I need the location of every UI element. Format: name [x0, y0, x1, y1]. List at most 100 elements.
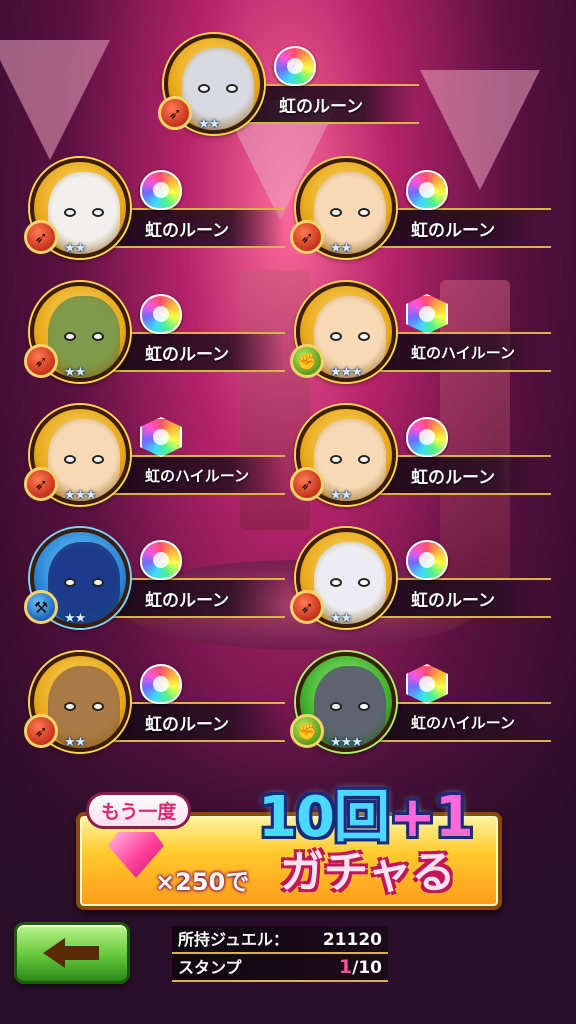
bow-icon: ➶	[158, 96, 192, 130]
jewel-value: 21120	[322, 930, 382, 950]
character-eye	[92, 332, 104, 341]
rune-core	[153, 676, 169, 692]
result-card[interactable]: 虹のハイルーン ✊ ★★★	[290, 652, 556, 757]
rune-icon	[406, 170, 448, 210]
rune-core	[419, 182, 435, 198]
rune-icon	[274, 46, 316, 86]
character-eye	[358, 702, 370, 711]
high-rune-icon	[406, 664, 448, 704]
character-eye	[330, 702, 342, 711]
rune-banner: 虹のルーン	[105, 332, 285, 372]
axe-icon: ⚒	[24, 590, 58, 624]
stamp-total: /10	[352, 958, 382, 978]
rarity-stars: ★★	[64, 735, 86, 750]
rarity-stars: ★★	[330, 488, 352, 503]
character-eye	[64, 332, 76, 341]
rune-name: 虹のハイルーン	[145, 466, 249, 485]
rune-icon	[406, 417, 448, 457]
stamp-count: 1/10	[339, 956, 382, 978]
result-card[interactable]: 虹のルーン ➶ ★★	[24, 158, 290, 263]
rarity-stars: ★★	[330, 241, 352, 256]
rune-name: 虹のハイルーン	[411, 713, 515, 732]
fist-icon: ✊	[290, 344, 324, 378]
rune-name: 虹のルーン	[145, 220, 230, 241]
character-eye	[92, 208, 104, 217]
character-eye	[92, 578, 104, 587]
character-eye	[330, 578, 342, 587]
ceiling-lamp	[0, 40, 110, 160]
gacha-action-label: ガチャる	[280, 847, 456, 898]
high-rune-icon	[406, 294, 448, 334]
rune-banner: 虹のルーン	[105, 208, 285, 248]
gem-cost-label: ×250で	[155, 868, 250, 896]
rune-banner: 虹のルーン	[239, 84, 419, 124]
player-stats: 所持ジュエル： 21120 スタンプ 1/10	[172, 926, 388, 982]
result-card[interactable]: 虹のルーン ➶ ★★	[24, 652, 290, 757]
rune-core	[153, 429, 169, 445]
result-card[interactable]: 虹のハイルーン ➶ ★★★	[24, 405, 290, 510]
result-card[interactable]: 虹のルーン ➶ ★★	[290, 405, 556, 510]
rune-banner: 虹のルーン	[105, 578, 285, 618]
rarity-stars: ★★	[64, 365, 86, 380]
character-eye	[92, 702, 104, 711]
arrow-left-icon	[43, 938, 101, 968]
character-eye	[64, 578, 76, 587]
bow-icon: ➶	[24, 467, 58, 501]
rarity-stars: ★★★	[64, 488, 97, 503]
character-eye	[64, 208, 76, 217]
result-card[interactable]: 虹のルーン ⚒ ★★	[24, 528, 290, 633]
rune-name: 虹のルーン	[411, 467, 496, 488]
result-card[interactable]: 虹のルーン ➶ ★★	[158, 34, 424, 139]
high-rune-icon	[140, 417, 182, 457]
jewel-label: 所持ジュエル：	[178, 930, 289, 949]
character-eye	[358, 332, 370, 341]
rune-core	[153, 182, 169, 198]
bow-icon: ➶	[290, 590, 324, 624]
result-card[interactable]: 虹のルーン ➶ ★★	[290, 158, 556, 263]
result-card[interactable]: 虹のハイルーン ✊ ★★★	[290, 282, 556, 387]
character-eye	[330, 455, 342, 464]
rune-banner: 虹のルーン	[371, 578, 551, 618]
rune-core	[153, 306, 169, 322]
result-card[interactable]: 虹のルーン ➶ ★★	[24, 282, 290, 387]
rune-banner: 虹のルーン	[371, 455, 551, 495]
rune-core	[419, 429, 435, 445]
stamp-row: スタンプ 1/10	[172, 954, 388, 982]
character-eye	[330, 208, 342, 217]
retry-again-label: もう一度	[86, 792, 192, 829]
rune-core	[153, 552, 169, 568]
character-eye	[92, 455, 104, 464]
bow-icon: ➶	[290, 220, 324, 254]
character-eye	[198, 84, 210, 93]
rarity-stars: ★★	[330, 611, 352, 626]
rune-core	[287, 58, 303, 74]
bow-icon: ➶	[24, 220, 58, 254]
rune-banner: 虹のハイルーン	[105, 455, 285, 495]
bow-icon: ➶	[24, 344, 58, 378]
rune-core	[419, 676, 435, 692]
stamp-current: 1	[338, 956, 353, 978]
rune-icon	[406, 540, 448, 580]
rune-core	[419, 552, 435, 568]
rune-name: 虹のルーン	[411, 590, 496, 611]
rune-icon	[140, 294, 182, 334]
character-eye	[358, 208, 370, 217]
character-eye	[64, 702, 76, 711]
rune-banner: 虹のハイルーン	[371, 702, 551, 742]
rarity-stars: ★★★	[330, 735, 363, 750]
bow-icon: ➶	[290, 467, 324, 501]
rune-banner: 虹のルーン	[105, 702, 285, 742]
result-card[interactable]: 虹のルーン ➶ ★★	[290, 528, 556, 633]
jewel-row: 所持ジュエル： 21120	[172, 926, 388, 954]
character-eye	[226, 84, 238, 93]
rune-name: 虹のルーン	[145, 344, 230, 365]
rune-name: 虹のハイルーン	[411, 343, 515, 362]
character-eye	[330, 332, 342, 341]
rarity-stars: ★★	[198, 117, 220, 132]
character-eye	[64, 455, 76, 464]
fist-icon: ✊	[290, 714, 324, 748]
rune-banner: 虹のハイルーン	[371, 332, 551, 372]
back-button[interactable]	[14, 922, 130, 984]
rune-name: 虹のルーン	[411, 220, 496, 241]
rune-name: 虹のルーン	[145, 590, 230, 611]
